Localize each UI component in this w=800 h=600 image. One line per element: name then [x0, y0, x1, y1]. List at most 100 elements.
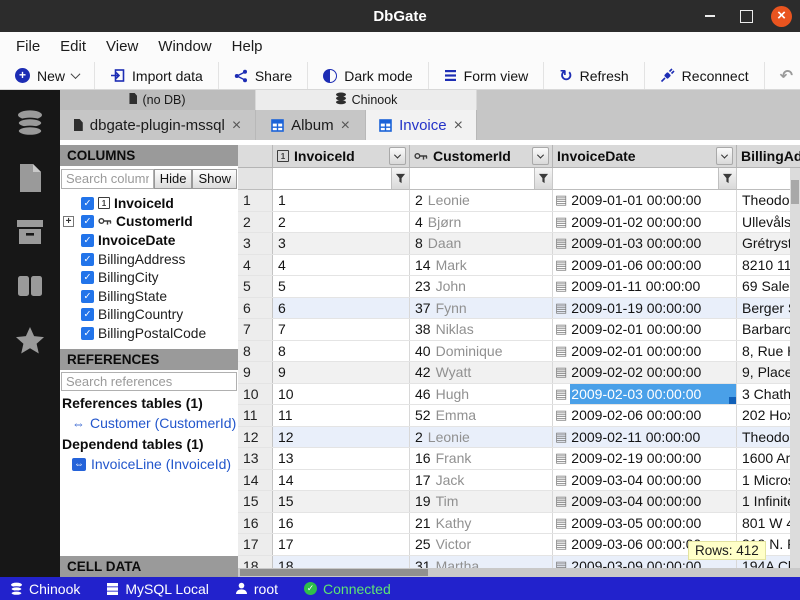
dark-mode-button[interactable]: Dark mode	[308, 62, 428, 89]
cell-invoiceid[interactable]: 13	[273, 448, 410, 469]
cell-invoiceid[interactable]: 11	[273, 405, 410, 426]
column-item-invoicedate[interactable]: InvoiceDate	[60, 231, 238, 250]
column-header-invoiceid[interactable]: InvoiceId	[273, 145, 410, 168]
cell-customerid[interactable]: 23John	[410, 276, 553, 297]
cell-customerid[interactable]: 19Tim	[410, 491, 553, 512]
row-number[interactable]: 4	[238, 255, 273, 276]
cell-invoiceid[interactable]: 7	[273, 319, 410, 340]
cell-customerid[interactable]: 21Kathy	[410, 513, 553, 534]
menu-item-help[interactable]: Help	[222, 32, 273, 62]
cell-invoicedate[interactable]: 2009-02-19 00:00:00	[553, 448, 737, 469]
filter-funnel-icon[interactable]	[718, 168, 736, 189]
row-number[interactable]: 13	[238, 448, 273, 469]
column-item-billingcity[interactable]: BillingCity	[60, 268, 238, 287]
checkbox-checked-icon[interactable]	[81, 327, 94, 340]
close-tab-icon[interactable]	[454, 117, 463, 134]
cell-invoicedate[interactable]: 2009-02-11 00:00:00	[553, 427, 737, 448]
cell-customerid[interactable]: 38Niklas	[410, 319, 553, 340]
close-icon[interactable]	[771, 6, 792, 27]
checkbox-checked-icon[interactable]	[81, 234, 94, 247]
cell-customerid[interactable]: 14Mark	[410, 255, 553, 276]
cell-invoiceid[interactable]: 2	[273, 212, 410, 233]
vertical-scrollbar[interactable]	[790, 168, 800, 568]
close-tab-icon[interactable]	[341, 117, 350, 134]
cell-invoicedate[interactable]: 2009-01-19 00:00:00	[553, 298, 737, 319]
cell-invoiceid[interactable]: 3	[273, 233, 410, 254]
cell-customerid[interactable]: 40Dominique	[410, 341, 553, 362]
share-button[interactable]: Share	[219, 62, 308, 89]
checkbox-checked-icon[interactable]	[81, 290, 94, 303]
cell-invoicedate[interactable]: 2009-03-04 00:00:00	[553, 491, 737, 512]
cell-invoicedate[interactable]: 2009-02-01 00:00:00	[553, 319, 737, 340]
archive-icon[interactable]	[13, 216, 47, 248]
cell-customerid[interactable]: 2Leonie	[410, 427, 553, 448]
cell-invoicedate[interactable]: 2009-01-06 00:00:00	[553, 255, 737, 276]
column-item-invoiceid[interactable]: InvoiceId	[60, 194, 238, 213]
cell-customerid[interactable]: 25Victor	[410, 534, 553, 555]
cell-invoiceid[interactable]: 14	[273, 470, 410, 491]
row-number[interactable]: 5	[238, 276, 273, 297]
tab-album[interactable]: Album	[256, 110, 366, 140]
reference-link-customer[interactable]: Customer (CustomerId)	[60, 413, 238, 434]
cell-customerid[interactable]: 16Frank	[410, 448, 553, 469]
tab-dbgate-plugin-mssql[interactable]: dbgate-plugin-mssql	[60, 110, 256, 140]
close-tab-icon[interactable]	[232, 117, 241, 134]
cell-invoicedate[interactable]: 2009-01-01 00:00:00	[553, 190, 737, 211]
cell-invoiceid[interactable]: 8	[273, 341, 410, 362]
cell-invoiceid[interactable]: 4	[273, 255, 410, 276]
files-icon[interactable]	[13, 162, 47, 194]
cell-invoicedate[interactable]: 2009-03-04 00:00:00	[553, 470, 737, 491]
cell-customerid[interactable]: 42Wyatt	[410, 362, 553, 383]
filter-funnel-icon[interactable]	[391, 168, 409, 189]
cell-invoicedate[interactable]: 2009-01-02 00:00:00	[553, 212, 737, 233]
cell-customerid[interactable]: 46Hugh	[410, 384, 553, 405]
row-number[interactable]: 15	[238, 491, 273, 512]
import-data-button[interactable]: Import data	[95, 62, 219, 89]
row-number[interactable]: 9	[238, 362, 273, 383]
row-number[interactable]: 14	[238, 470, 273, 491]
cell-invoiceid[interactable]: 12	[273, 427, 410, 448]
row-number[interactable]: 10	[238, 384, 273, 405]
row-number[interactable]: 12	[238, 427, 273, 448]
database-icon[interactable]	[13, 108, 47, 140]
row-number[interactable]: 2	[238, 212, 273, 233]
row-number[interactable]: 8	[238, 341, 273, 362]
column-item-customerid[interactable]: CustomerId	[60, 213, 238, 232]
horizontal-scrollbar-thumb[interactable]	[240, 569, 428, 576]
cell-invoiceid[interactable]: 16	[273, 513, 410, 534]
checkbox-checked-icon[interactable]	[81, 197, 94, 210]
checkbox-checked-icon[interactable]	[81, 271, 94, 284]
menu-item-edit[interactable]: Edit	[50, 32, 96, 62]
row-number[interactable]: 1	[238, 190, 273, 211]
row-number[interactable]: 6	[238, 298, 273, 319]
filter-input[interactable]	[273, 168, 391, 189]
cell-invoicedate[interactable]: 2009-03-05 00:00:00	[553, 513, 737, 534]
row-number[interactable]: 7	[238, 319, 273, 340]
search-columns-input[interactable]	[61, 169, 154, 189]
cell-customerid[interactable]: 17Jack	[410, 470, 553, 491]
cell-invoiceid[interactable]: 15	[273, 491, 410, 512]
favorites-icon[interactable]	[13, 324, 47, 356]
reference-link-invoiceline[interactable]: InvoiceLine (InvoiceId)	[60, 454, 238, 475]
hide-button[interactable]: Hide	[154, 169, 193, 189]
show-button[interactable]: Show	[192, 169, 237, 189]
row-number[interactable]: 17	[238, 534, 273, 555]
cell-invoiceid[interactable]: 17	[273, 534, 410, 555]
checkbox-checked-icon[interactable]	[81, 215, 94, 228]
plus-box-icon[interactable]	[63, 216, 74, 227]
undo-button[interactable]: Undo	[765, 62, 800, 89]
cell-customerid[interactable]: 37Fynn	[410, 298, 553, 319]
vertical-scrollbar-thumb[interactable]	[791, 180, 799, 204]
menu-item-file[interactable]: File	[6, 32, 50, 62]
column-item-billingstate[interactable]: BillingState	[60, 287, 238, 306]
column-menu-button[interactable]	[716, 147, 733, 165]
search-references-input[interactable]	[61, 372, 237, 391]
selection-handle[interactable]	[729, 397, 736, 404]
column-menu-button[interactable]	[532, 147, 549, 165]
cell-customerid[interactable]: 4Bjørn	[410, 212, 553, 233]
cell-invoicedate[interactable]: 2009-02-03 00:00:00	[553, 384, 737, 405]
filter-input[interactable]	[553, 168, 718, 189]
cell-invoiceid[interactable]: 5	[273, 276, 410, 297]
column-item-billingcountry[interactable]: BillingCountry	[60, 306, 238, 325]
checkbox-checked-icon[interactable]	[81, 308, 94, 321]
